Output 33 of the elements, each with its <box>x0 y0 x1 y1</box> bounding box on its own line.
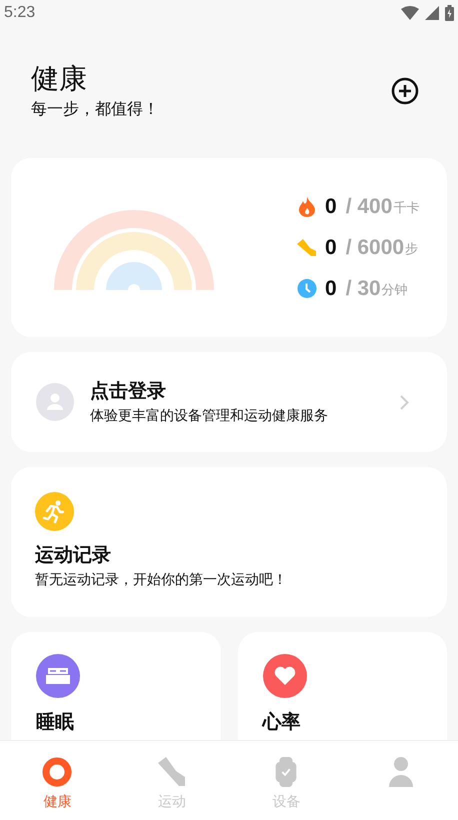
stat-goal: / 400 <box>346 194 392 218</box>
chevron-right-icon <box>400 394 409 410</box>
wifi-icon <box>401 6 419 20</box>
flame-icon <box>297 196 317 216</box>
exercise-card[interactable]: 运动记录 暂无运动记录，开始你的第一次运动吧！ <box>11 467 447 617</box>
signal-icon <box>425 6 439 20</box>
metric-card[interactable]: 心率 <box>238 632 447 740</box>
metric-title: 心率 <box>262 710 302 734</box>
runner-icon <box>35 492 74 531</box>
stat-value: 0 <box>325 236 337 260</box>
battery-icon <box>445 5 454 21</box>
login-card[interactable]: 点击登录 体验更丰富的设备管理和运动健康服务 <box>11 352 447 452</box>
clock-icon <box>297 279 317 298</box>
add-icon[interactable] <box>391 77 419 105</box>
page-title: 健康 <box>31 62 88 96</box>
status-time: 5:23 <box>4 4 36 22</box>
stat-goal: / 6000 <box>346 236 404 260</box>
stat-value: 0 <box>325 194 337 218</box>
avatar-icon <box>36 383 74 421</box>
stat-unit: 千卡 <box>393 200 420 217</box>
login-title: 点击登录 <box>90 378 167 402</box>
exercise-title: 运动记录 <box>35 543 112 567</box>
watch-icon <box>274 757 298 787</box>
exercise-subtitle: 暂无运动记录，开始你的第一次运动吧！ <box>35 571 288 590</box>
stat-value: 0 <box>325 276 337 300</box>
stat-unit: 步 <box>405 241 418 258</box>
page-subtitle: 每一步，都值得！ <box>31 98 159 120</box>
login-subtitle: 体验更丰富的设备管理和运动健康服务 <box>90 406 329 426</box>
metric-card[interactable]: 睡眠 <box>11 632 220 740</box>
ring-icon <box>42 757 72 787</box>
metric-title: 睡眠 <box>36 710 75 734</box>
stat-goal: / 30 <box>346 276 381 300</box>
stat-unit: 分钟 <box>382 282 408 299</box>
